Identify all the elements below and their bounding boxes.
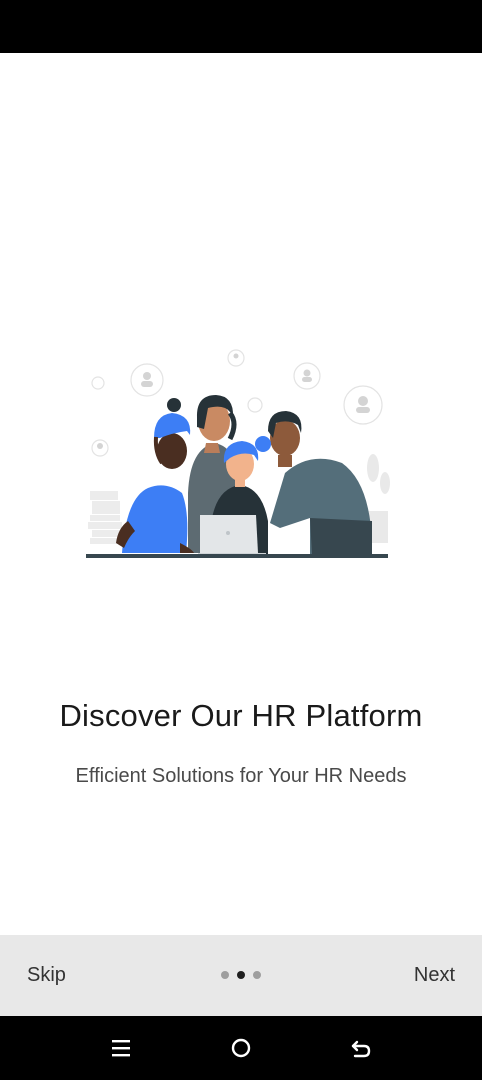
page-subtitle: Efficient Solutions for Your HR Needs (75, 765, 407, 787)
next-button[interactable]: Next (414, 964, 455, 987)
recent-apps-icon[interactable] (109, 1036, 133, 1060)
system-navigation-bar (0, 1016, 482, 1080)
page-dot-3 (253, 971, 261, 979)
status-bar (0, 0, 482, 53)
page-dot-1 (221, 971, 229, 979)
page-title: Discover Our HR Platform (59, 698, 423, 733)
team-collaboration-illustration (80, 343, 400, 560)
onboarding-footer: Skip Next (0, 935, 482, 1016)
back-icon[interactable] (349, 1036, 373, 1060)
page-indicator (221, 971, 261, 979)
page-dot-2-active (237, 971, 245, 979)
onboarding-screen: Discover Our HR Platform Efficient Solut… (0, 53, 482, 935)
skip-button[interactable]: Skip (27, 964, 66, 987)
home-icon[interactable] (229, 1036, 253, 1060)
